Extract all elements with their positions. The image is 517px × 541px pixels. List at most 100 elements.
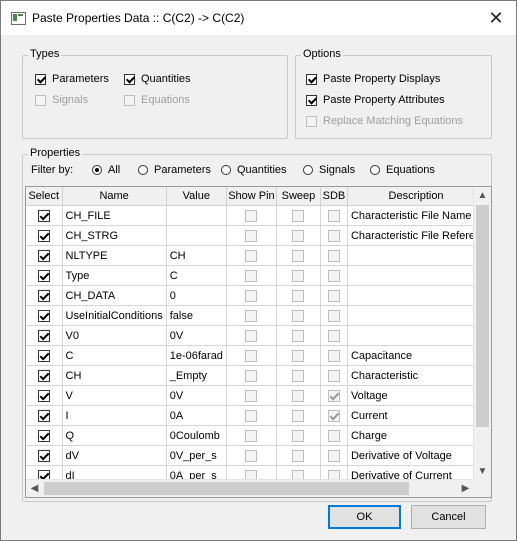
- types-parameters-checkbox[interactable]: Parameters: [35, 72, 109, 88]
- sweep-checkbox: [292, 289, 305, 302]
- scroll-down-icon[interactable]: ▼: [474, 463, 491, 480]
- table-row[interactable]: UseInitialConditions false: [26, 305, 486, 326]
- table-row[interactable]: CH_DATA 0: [26, 285, 486, 306]
- select-checkbox[interactable]: [37, 269, 50, 282]
- value-cell[interactable]: _Empty: [166, 365, 227, 386]
- column-header-sweep[interactable]: Sweep: [276, 187, 321, 206]
- radio-icon: [303, 165, 313, 176]
- select-checkbox[interactable]: [37, 369, 50, 382]
- scroll-left-icon[interactable]: ◀: [26, 480, 43, 497]
- filter-all-radio[interactable]: All: [92, 163, 120, 179]
- description-cell: [347, 265, 486, 286]
- select-cell[interactable]: [26, 385, 63, 406]
- select-cell[interactable]: [26, 445, 63, 466]
- show-pin-checkbox: [245, 309, 258, 322]
- value-cell[interactable]: 0A: [166, 405, 227, 426]
- types-quantities-checkbox[interactable]: Quantities: [124, 72, 191, 88]
- vertical-scroll-thumb[interactable]: [476, 205, 489, 427]
- name-cell: V0: [62, 325, 167, 346]
- select-cell[interactable]: [26, 305, 63, 326]
- show-pin-cell: [226, 445, 277, 466]
- select-checkbox[interactable]: [37, 309, 50, 322]
- checkbox-icon: [124, 94, 135, 106]
- properties-grid[interactable]: Select Name Value Show Pin Sweep SDB Des…: [25, 186, 492, 498]
- sdb-cell: [320, 365, 348, 386]
- select-checkbox[interactable]: [37, 329, 50, 342]
- paste-property-attributes-checkbox[interactable]: Paste Property Attributes: [306, 93, 445, 109]
- select-cell[interactable]: [26, 405, 63, 426]
- table-row[interactable]: Type C: [26, 265, 486, 286]
- sdb-checkbox: [327, 249, 340, 262]
- checkbox-icon: [306, 94, 317, 106]
- select-cell[interactable]: [26, 365, 63, 386]
- value-cell[interactable]: 0V_per_s: [166, 445, 227, 466]
- close-icon[interactable]: ✕: [482, 5, 510, 31]
- description-cell: [347, 245, 486, 266]
- column-header-value[interactable]: Value: [166, 187, 227, 206]
- scroll-up-icon[interactable]: ▲: [474, 187, 491, 204]
- select-cell[interactable]: [26, 205, 63, 226]
- value-cell[interactable]: 0V: [166, 325, 227, 346]
- description-cell: Characteristic File Name: [347, 205, 486, 226]
- horizontal-scrollbar[interactable]: ◀ ▶: [26, 479, 474, 497]
- scroll-right-icon[interactable]: ▶: [457, 480, 474, 497]
- select-checkbox[interactable]: [37, 349, 50, 362]
- filter-equations-radio[interactable]: Equations: [370, 163, 435, 179]
- table-row[interactable]: C 1e-06farad Capacitance: [26, 345, 486, 366]
- checkbox-icon: [306, 73, 317, 85]
- table-row[interactable]: V 0V Voltage: [26, 385, 486, 406]
- table-row[interactable]: V0 0V: [26, 325, 486, 346]
- filter-signals-radio[interactable]: Signals: [303, 163, 355, 179]
- value-cell[interactable]: CH: [166, 245, 227, 266]
- sweep-checkbox: [292, 209, 305, 222]
- radio-icon: [138, 165, 148, 176]
- select-checkbox[interactable]: [37, 289, 50, 302]
- select-cell[interactable]: [26, 425, 63, 446]
- table-row[interactable]: dV 0V_per_s Derivative of Voltage: [26, 445, 486, 466]
- table-row[interactable]: NLTYPE CH: [26, 245, 486, 266]
- table-row[interactable]: I 0A Current: [26, 405, 486, 426]
- column-header-show-pin[interactable]: Show Pin: [226, 187, 277, 206]
- select-checkbox[interactable]: [37, 429, 50, 442]
- sdb-cell: [320, 405, 348, 426]
- column-header-name[interactable]: Name: [62, 187, 167, 206]
- table-row[interactable]: CH _Empty Characteristic: [26, 365, 486, 386]
- select-cell[interactable]: [26, 225, 63, 246]
- filter-quantities-radio[interactable]: Quantities: [221, 163, 287, 179]
- column-header-select[interactable]: Select: [26, 187, 63, 206]
- sweep-checkbox: [292, 229, 305, 242]
- horizontal-scroll-thumb[interactable]: [44, 482, 409, 495]
- sdb-cell: [320, 305, 348, 326]
- select-checkbox[interactable]: [37, 389, 50, 402]
- value-cell[interactable]: false: [166, 305, 227, 326]
- select-cell[interactable]: [26, 265, 63, 286]
- cancel-button[interactable]: Cancel: [411, 505, 486, 529]
- table-row[interactable]: Q 0Coulomb Charge: [26, 425, 486, 446]
- table-row[interactable]: CH_STRG Characteristic File Referen: [26, 225, 486, 246]
- value-cell[interactable]: [166, 205, 227, 226]
- filter-parameters-radio[interactable]: Parameters: [138, 163, 211, 179]
- value-cell[interactable]: 1e-06farad: [166, 345, 227, 366]
- select-cell[interactable]: [26, 345, 63, 366]
- select-checkbox[interactable]: [37, 249, 50, 262]
- vertical-scrollbar[interactable]: ▲ ▼: [473, 187, 491, 480]
- value-cell[interactable]: 0Coulomb: [166, 425, 227, 446]
- select-checkbox[interactable]: [37, 449, 50, 462]
- value-cell[interactable]: 0: [166, 285, 227, 306]
- select-checkbox[interactable]: [37, 229, 50, 242]
- column-header-sdb[interactable]: SDB: [320, 187, 348, 206]
- select-checkbox[interactable]: [37, 209, 50, 222]
- select-checkbox[interactable]: [37, 409, 50, 422]
- select-cell[interactable]: [26, 285, 63, 306]
- sdb-checkbox: [327, 229, 340, 242]
- paste-property-displays-checkbox[interactable]: Paste Property Displays: [306, 72, 440, 88]
- value-cell[interactable]: 0V: [166, 385, 227, 406]
- select-cell[interactable]: [26, 325, 63, 346]
- select-cell[interactable]: [26, 245, 63, 266]
- ok-button[interactable]: OK: [328, 505, 401, 529]
- table-row[interactable]: CH_FILE Characteristic File Name: [26, 205, 486, 226]
- column-header-description[interactable]: Description: [347, 187, 486, 206]
- value-cell[interactable]: [166, 225, 227, 246]
- value-cell[interactable]: C: [166, 265, 227, 286]
- sdb-cell: [320, 205, 348, 226]
